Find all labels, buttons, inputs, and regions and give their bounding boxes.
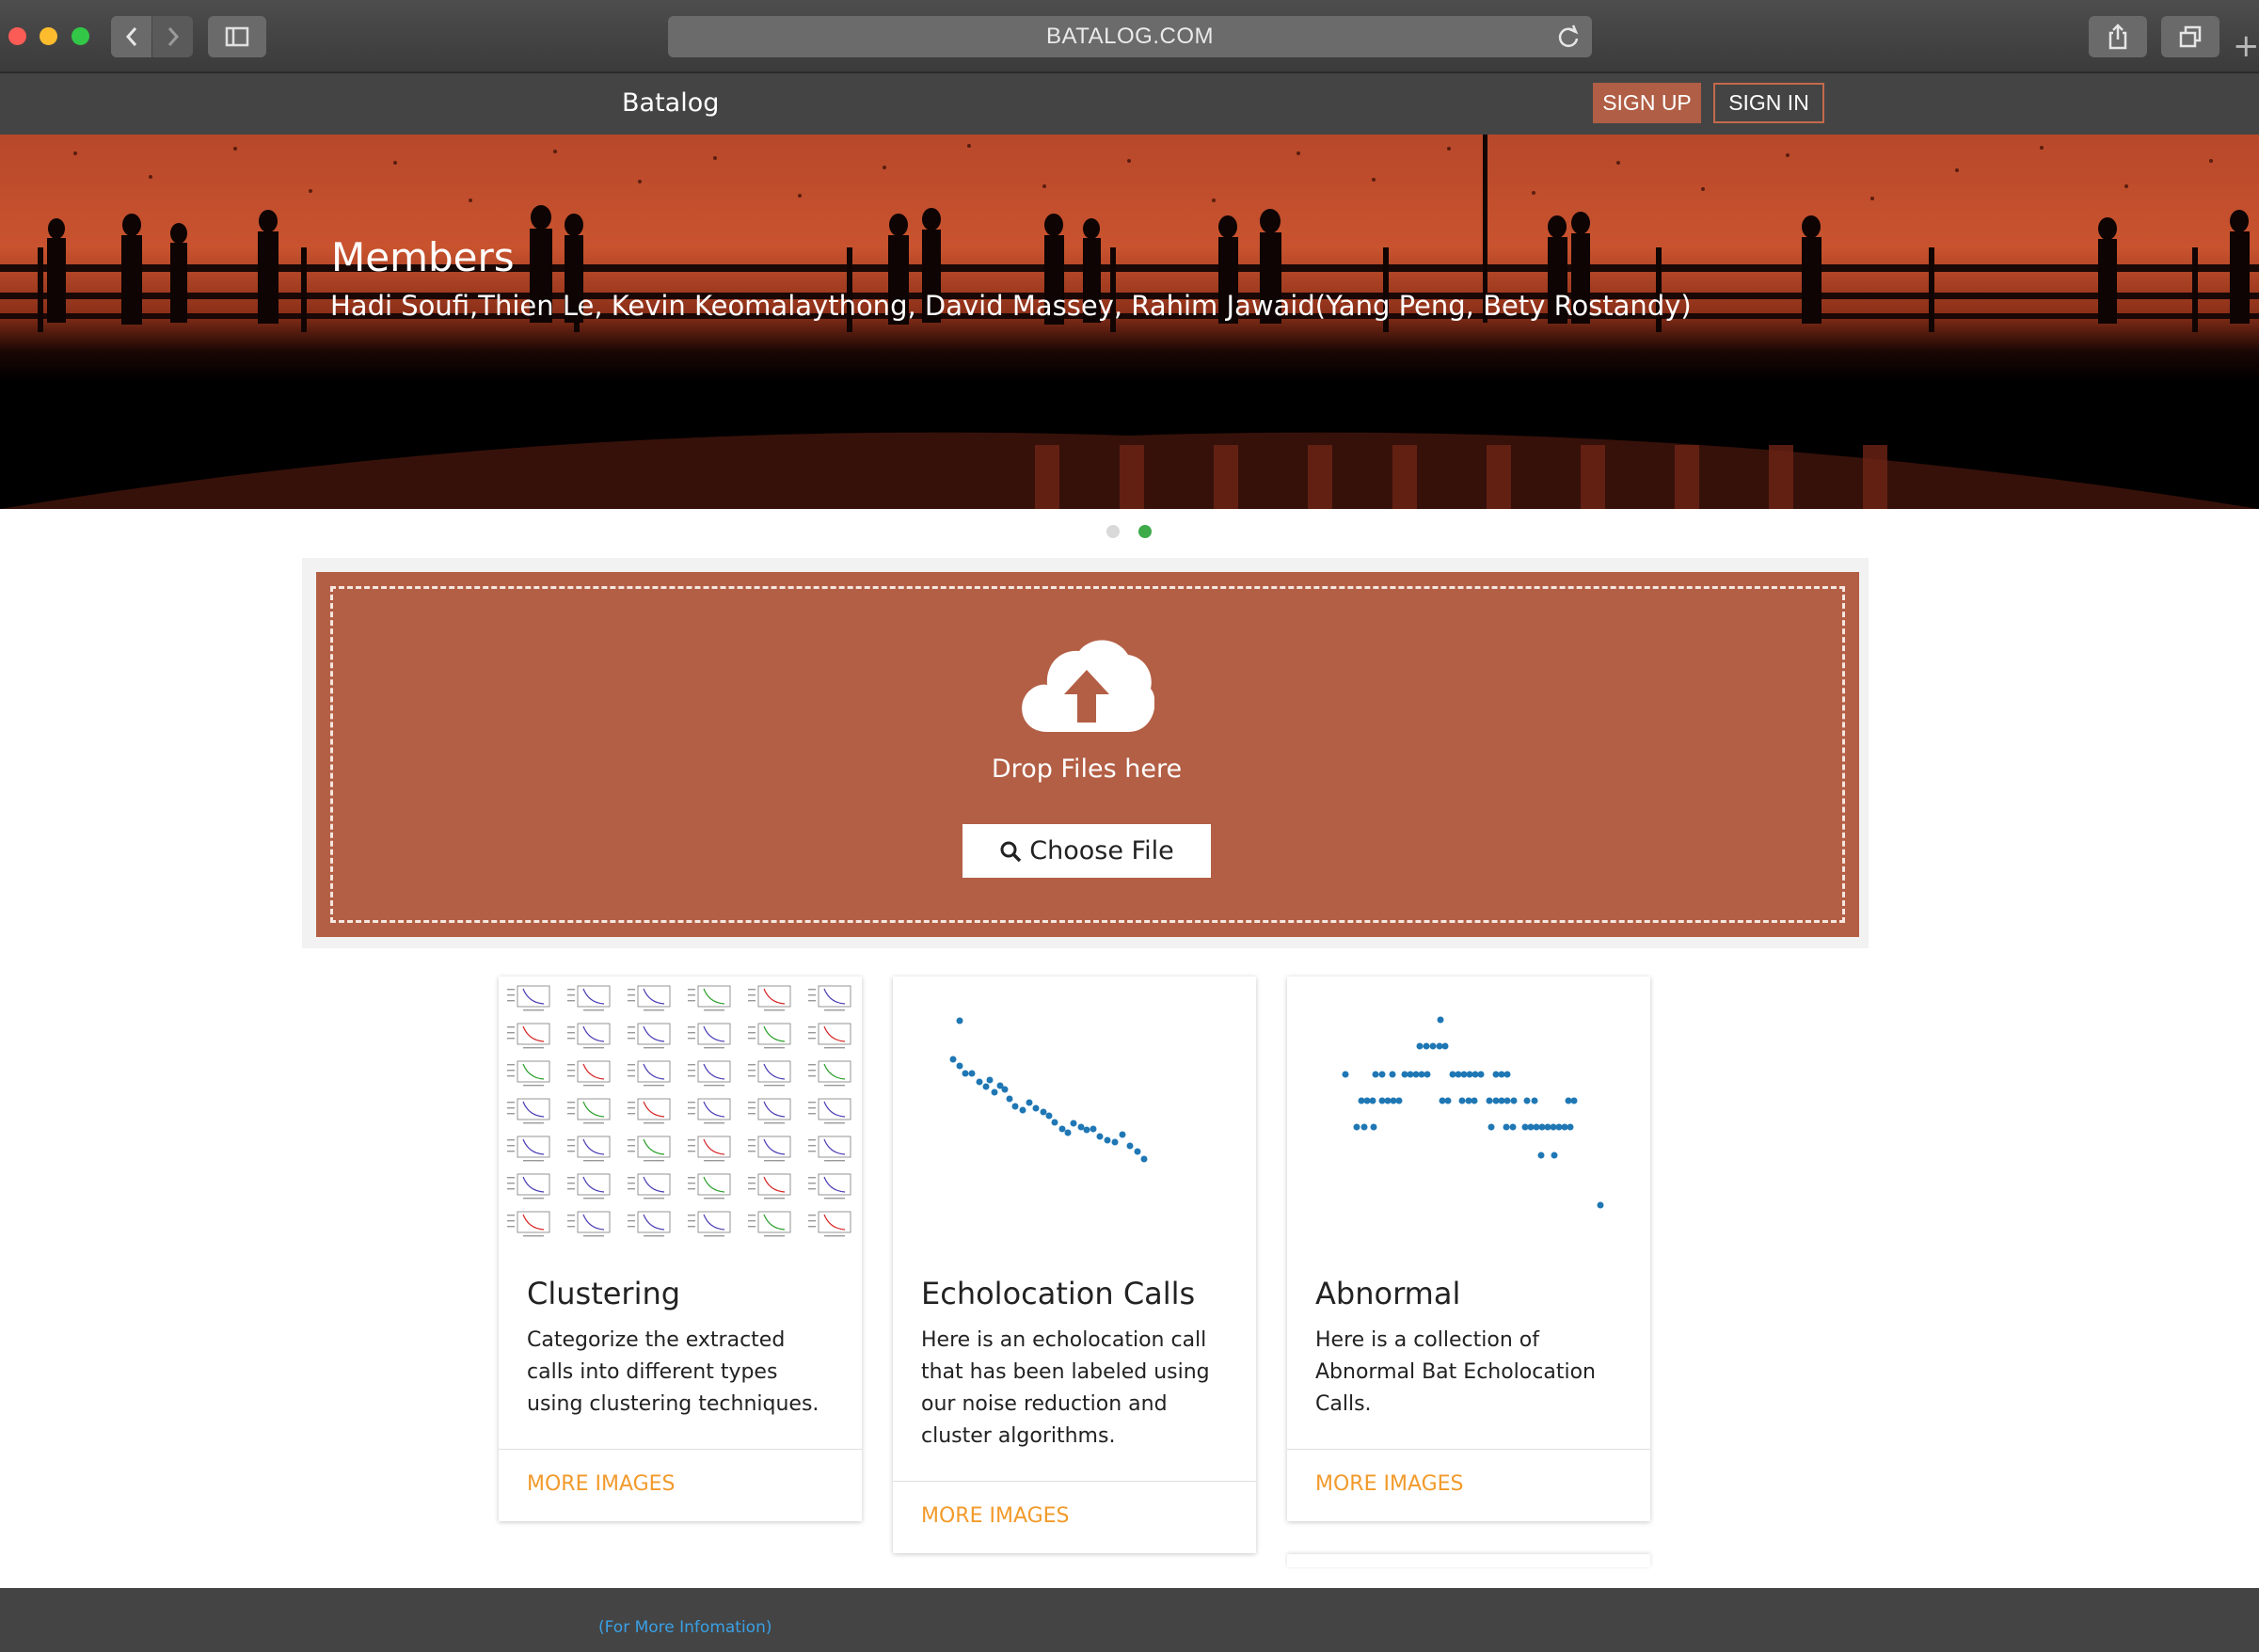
minimize-window-button[interactable] <box>40 27 57 45</box>
reload-icon[interactable] <box>1556 24 1581 56</box>
chevron-left-icon <box>125 27 136 46</box>
card-title: Abnormal <box>1315 1276 1461 1311</box>
more-images-link[interactable]: MORE IMAGES <box>1315 1472 1464 1496</box>
chevron-right-icon <box>167 27 179 46</box>
echolocation-card: Echolocation Calls Here is an echolocati… <box>893 977 1256 1553</box>
carousel-dot-2-active[interactable] <box>1138 525 1152 538</box>
hero-subtitle: Hadi Soufi,Thien Le, Kevin Keomalaythong… <box>330 290 1692 322</box>
sign-up-button[interactable]: SIGN UP <box>1593 83 1701 123</box>
abnormal-card: Abnormal Here is a collection of Abnorma… <box>1287 977 1650 1521</box>
site-footer: (For More Infomation) <box>0 1588 2259 1652</box>
card-text: Here is an echolocation call that has be… <box>921 1328 1210 1448</box>
sidebar-icon <box>225 26 249 47</box>
back-button[interactable] <box>111 16 151 57</box>
forward-button[interactable] <box>152 16 193 57</box>
sign-in-button[interactable]: SIGN IN <box>1713 83 1824 123</box>
more-images-link[interactable]: MORE IMAGES <box>921 1504 1070 1528</box>
share-button[interactable] <box>2089 16 2147 57</box>
hero-title: Members <box>331 234 515 280</box>
zoom-window-button[interactable] <box>72 27 89 45</box>
hero-carousel: Members Hadi Soufi,Thien Le, Kevin Keoma… <box>0 135 2259 509</box>
site-brand[interactable]: Batalog <box>622 88 719 118</box>
carousel-dot-1[interactable] <box>1106 525 1120 538</box>
share-icon <box>2108 24 2127 50</box>
abnormal-plot-image <box>1342 1016 1604 1209</box>
card-footer: MORE IMAGES <box>1287 1449 1650 1521</box>
next-card-edge <box>1287 1554 1650 1567</box>
choose-file-label: Choose File <box>1029 836 1174 866</box>
card-text: Categorize the extracted calls into diff… <box>527 1328 819 1416</box>
hero-image <box>0 135 2259 509</box>
new-tab-icon[interactable]: + <box>2233 30 2259 62</box>
tabs-overview-button[interactable] <box>2161 16 2219 57</box>
browser-toolbar: BATALOG.COM + <box>0 0 2259 73</box>
address-bar[interactable]: BATALOG.COM <box>668 16 1592 57</box>
more-information-link[interactable]: (For More Infomation) <box>598 1618 772 1637</box>
drop-files-text: Drop Files here <box>991 755 1183 784</box>
site-navbar: Batalog SIGN UP SIGN IN <box>0 73 2259 135</box>
tabs-icon <box>2179 25 2202 48</box>
choose-file-button[interactable]: Choose File <box>962 824 1211 878</box>
clustering-image <box>507 985 851 1237</box>
sidebar-toggle-button[interactable] <box>208 16 266 57</box>
more-images-link[interactable]: MORE IMAGES <box>527 1472 676 1496</box>
card-footer: MORE IMAGES <box>499 1449 862 1521</box>
url-text: BATALOG.COM <box>1046 24 1214 49</box>
card-footer: MORE IMAGES <box>893 1481 1256 1553</box>
card-title: Clustering <box>527 1276 681 1311</box>
echolocation-plot-image <box>949 1017 1148 1163</box>
card-title: Echolocation Calls <box>921 1276 1196 1311</box>
cloud-upload-icon <box>1022 640 1154 732</box>
card-text: Here is a collection of Abnormal Bat Ech… <box>1315 1328 1596 1416</box>
close-window-button[interactable] <box>8 27 26 45</box>
clustering-card: Clustering Categorize the extracted call… <box>499 977 862 1521</box>
search-icon <box>1000 841 1022 862</box>
